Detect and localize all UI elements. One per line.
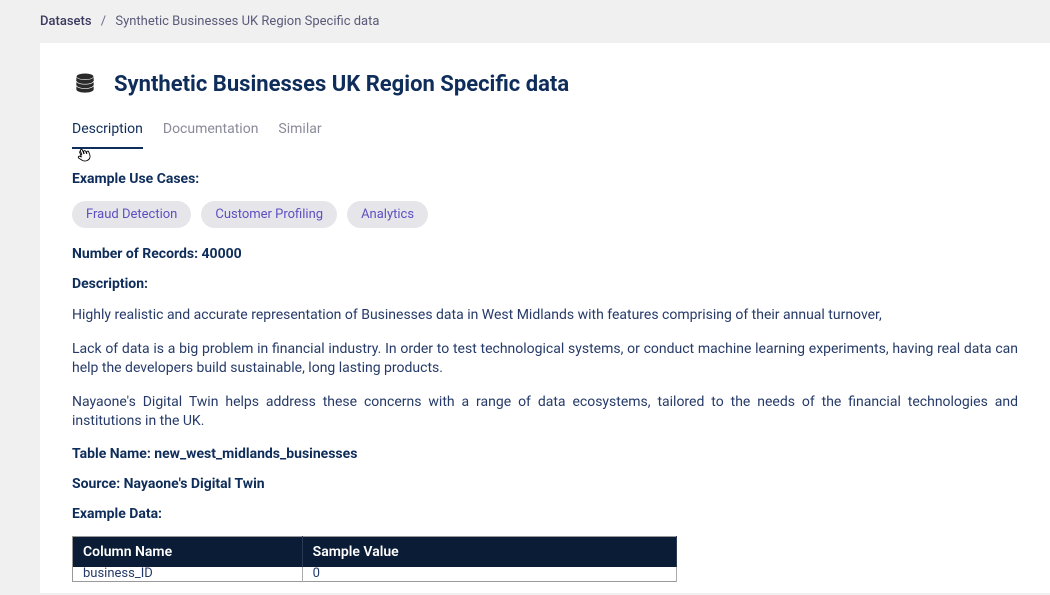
tag-fraud-detection[interactable]: Fraud Detection	[72, 201, 191, 228]
records-label: Number of Records:	[72, 246, 198, 262]
tabs: Description Documentation Similar	[72, 121, 1018, 149]
cursor-overlay	[72, 149, 1018, 161]
table-header-row: Column Name Sample Value	[73, 536, 677, 567]
page-header: Synthetic Businesses UK Region Specific …	[72, 71, 1018, 97]
tab-similar[interactable]: Similar	[278, 121, 321, 149]
example-data-table-wrap: Column Name Sample Value business_ID 0	[72, 536, 1018, 582]
source-value: Nayaone's Digital Twin	[124, 476, 265, 492]
use-cases-title: Example Use Cases:	[72, 171, 1018, 187]
breadcrumb-separator: /	[101, 14, 106, 29]
table-name-line: Table Name: new_west_midlands_businesses	[72, 446, 1018, 462]
tag-analytics[interactable]: Analytics	[347, 201, 428, 228]
table-row: business_ID 0	[73, 567, 677, 582]
source-line: Source: Nayaone's Digital Twin	[72, 476, 1018, 492]
example-data-table: Column Name Sample Value business_ID 0	[72, 536, 677, 582]
example-data-title: Example Data:	[72, 506, 1018, 522]
breadcrumb-current: Synthetic Businesses UK Region Specific …	[115, 14, 379, 29]
description-title: Description:	[72, 276, 1018, 292]
records-value: 40000	[202, 246, 242, 262]
tags-row: Fraud Detection Customer Profiling Analy…	[72, 201, 1018, 228]
tag-customer-profiling[interactable]: Customer Profiling	[201, 201, 337, 228]
tab-documentation[interactable]: Documentation	[163, 121, 259, 149]
cell-sample-value: 0	[302, 567, 677, 582]
cell-column-name: business_ID	[73, 567, 303, 582]
breadcrumb-link-datasets[interactable]: Datasets	[40, 14, 92, 29]
breadcrumb: Datasets / Synthetic Businesses UK Regio…	[0, 0, 1050, 43]
table-name-label: Table Name:	[72, 446, 151, 462]
description-para-2: Lack of data is a big problem in financi…	[72, 340, 1018, 379]
source-label: Source:	[72, 476, 120, 492]
main-card: Synthetic Businesses UK Region Specific …	[40, 43, 1050, 593]
description-para-1: Highly realistic and accurate representa…	[72, 306, 1018, 326]
col-header-sample-value: Sample Value	[302, 536, 677, 567]
description-para-3: Nayaone's Digital Twin helps address the…	[72, 393, 1018, 432]
page-title: Synthetic Businesses UK Region Specific …	[114, 72, 569, 97]
records-line: Number of Records: 40000	[72, 246, 1018, 262]
table-name-value: new_west_midlands_businesses	[154, 446, 357, 462]
database-icon	[72, 71, 98, 97]
col-header-column-name: Column Name	[73, 536, 303, 567]
